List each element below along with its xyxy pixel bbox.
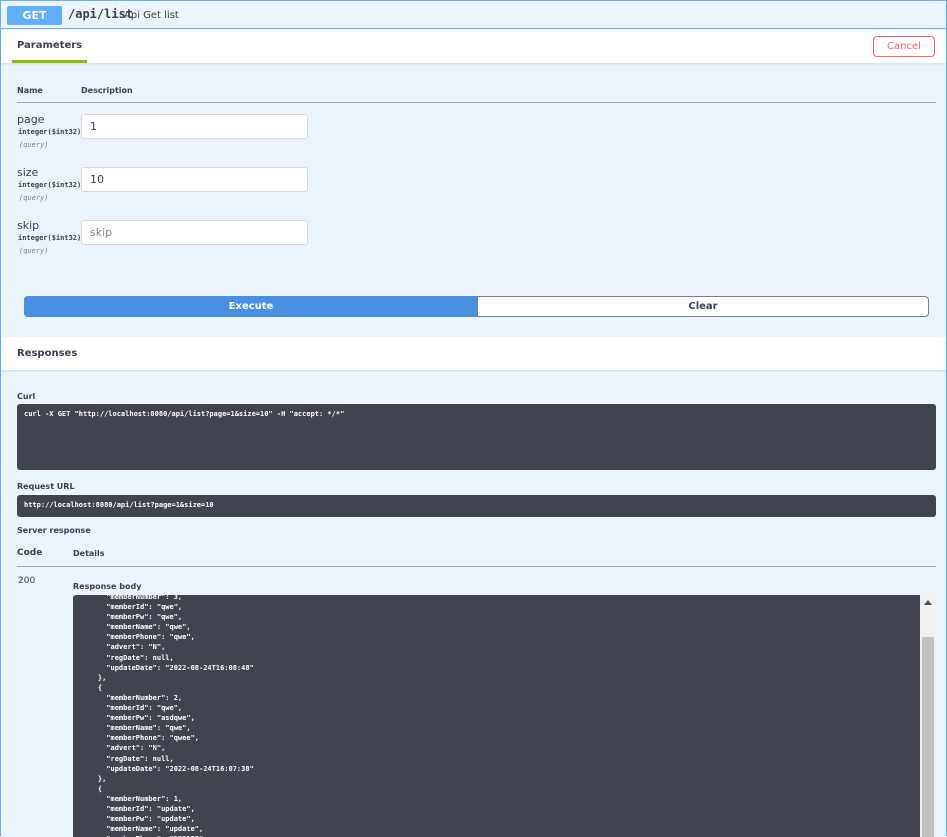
column-header-code: Code: [17, 548, 43, 558]
parameters-header: Parameters Cancel: [1, 30, 946, 63]
tab-parameters[interactable]: Parameters: [12, 40, 88, 63]
operation-block: GET /api/list Api Get list Parameters Ca…: [0, 0, 947, 837]
endpoint-summary: Api Get list: [124, 10, 179, 21]
divider: [17, 102, 936, 103]
operation-summary[interactable]: GET /api/list Api Get list: [1, 1, 946, 29]
server-response-label: Server response: [17, 526, 91, 535]
column-header-details: Details: [73, 549, 105, 558]
clear-button[interactable]: Clear: [477, 296, 929, 317]
param-name-size: size: [17, 166, 39, 179]
param-type-page: integer($int32): [18, 128, 82, 136]
size-input[interactable]: 10: [81, 167, 308, 192]
divider: [17, 566, 936, 567]
param-name-page: page: [17, 113, 45, 126]
http-method-badge: GET: [7, 6, 62, 25]
column-header-name: Name: [17, 86, 43, 95]
request-url-label: Request URL: [17, 482, 75, 491]
execute-button[interactable]: Execute: [24, 296, 478, 317]
param-in-page: (query): [19, 141, 49, 149]
param-in-skip: (query): [19, 247, 49, 255]
param-in-size: (query): [19, 194, 49, 202]
response-body[interactable]: "memberNumber": 3, "memberId": "qwe", "m…: [73, 595, 920, 837]
responses-header: Responses: [1, 337, 946, 370]
response-body-label: Response body: [73, 582, 142, 591]
responses-title: Responses: [17, 348, 78, 359]
response-body-text: "memberNumber": 3, "memberId": "qwe", "m…: [97, 595, 254, 837]
scroll-up-arrow-icon[interactable]: [924, 600, 932, 605]
param-type-size: integer($int32): [18, 181, 82, 189]
response-code: 200: [18, 576, 36, 586]
cancel-button[interactable]: Cancel: [873, 36, 935, 57]
request-url[interactable]: http://localhost:8080/api/list?page=1&si…: [17, 495, 936, 517]
column-header-description: Description: [81, 86, 133, 95]
param-name-skip: skip: [17, 219, 40, 232]
curl-command[interactable]: curl -X GET "http://localhost:8080/api/l…: [17, 404, 936, 470]
curl-label: Curl: [17, 392, 36, 401]
response-body-scrollbar[interactable]: [920, 595, 936, 837]
scrollbar-thumb[interactable]: [922, 637, 934, 837]
skip-input[interactable]: skip: [81, 220, 308, 245]
param-type-skip: integer($int32): [18, 234, 82, 242]
page-input[interactable]: 1: [81, 114, 308, 139]
